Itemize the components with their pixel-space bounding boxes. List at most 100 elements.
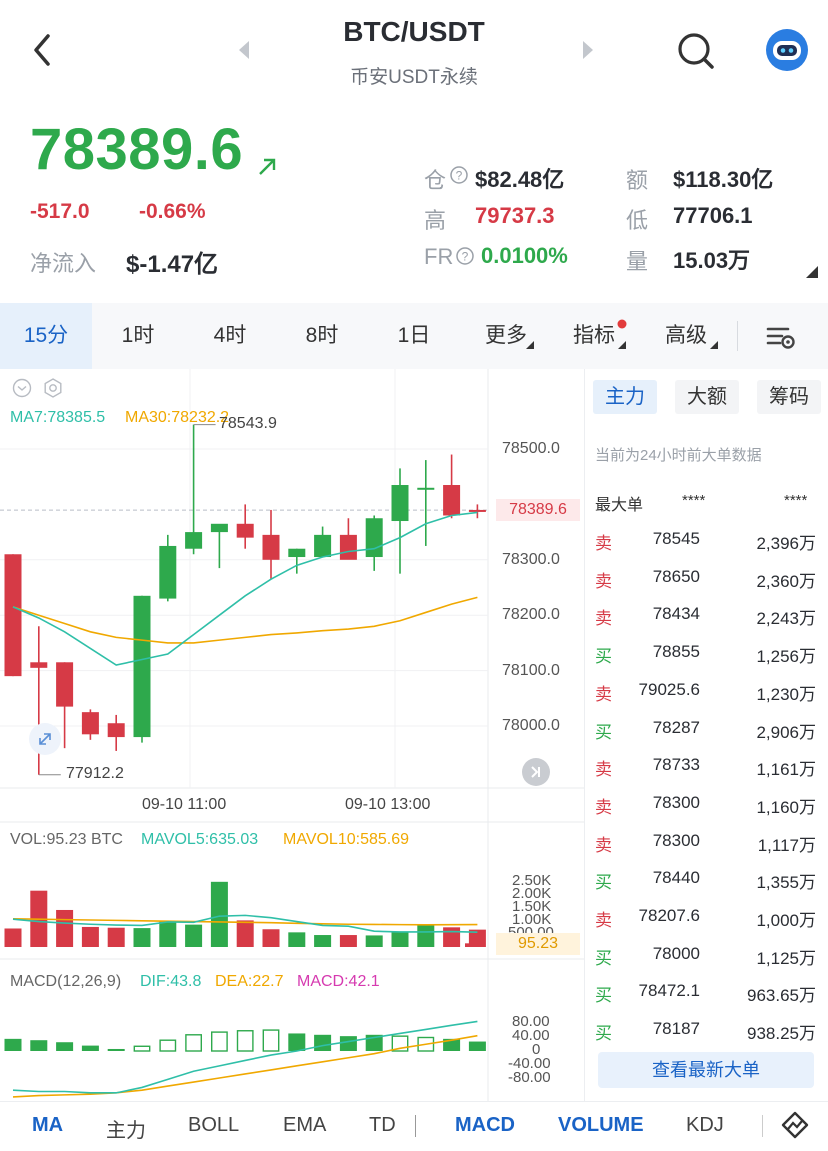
order-side: 买 [595, 986, 612, 1006]
robot-icon [766, 29, 808, 71]
order-amount: 2,396万 [756, 534, 816, 553]
tab-8h[interactable]: 8时 [276, 303, 368, 369]
volume-bar [417, 924, 435, 947]
open-interest-label: 仓 [424, 168, 447, 193]
fit-screen-icon[interactable] [28, 722, 62, 756]
tab-more[interactable]: 更多 [460, 303, 552, 369]
last-price: 78389.6 [30, 117, 244, 182]
y-axis-tick: 78000.0 [502, 717, 560, 734]
indicator-ma[interactable]: MA [32, 1114, 63, 1137]
macd-histogram-bar [30, 1040, 48, 1051]
macd-histogram-bar [314, 1034, 332, 1051]
search-button[interactable] [675, 30, 717, 72]
assistant-bot-button[interactable] [765, 28, 809, 72]
volume-bar [159, 921, 177, 947]
scroll-to-latest-icon[interactable] [521, 757, 551, 787]
indicator-kdj[interactable]: KDJ [686, 1114, 724, 1137]
candle-body [417, 487, 435, 490]
order-side: 买 [595, 948, 612, 968]
order-side: 卖 [595, 609, 612, 629]
funding-rate-label: FR [424, 244, 454, 269]
column-header-mask: **** [682, 492, 706, 509]
caret-right-icon [583, 41, 593, 59]
order-side: 卖 [595, 760, 612, 780]
indicator-td[interactable]: TD [369, 1114, 396, 1137]
macd-y-tick: 40.00 [512, 1027, 550, 1044]
volume-bar [391, 931, 409, 947]
x-axis-tick: 09-10 11:00 [142, 796, 227, 813]
y-axis-tick: 78200.0 [502, 606, 560, 623]
candle-body [159, 545, 177, 599]
large-order-row: 买 78287 2,906万 [584, 718, 828, 756]
gear-icon[interactable] [42, 377, 64, 399]
order-price: 78300 [652, 792, 700, 812]
indicator-boll[interactable]: BOLL [188, 1114, 239, 1137]
up-arrow-icon [259, 158, 276, 175]
x-axis-tick: 09-10 13:00 [345, 796, 431, 813]
order-side: 买 [595, 722, 612, 742]
order-side: 买 [595, 1024, 612, 1044]
volume-bar [262, 929, 280, 947]
help-icon[interactable]: ? [450, 166, 468, 184]
kline-chart[interactable] [0, 369, 584, 1101]
price-change: -517.0 [30, 200, 90, 223]
order-side: 卖 [595, 835, 612, 855]
low-marker-label: 77912.2 [66, 765, 124, 782]
order-amount: 1,230万 [756, 684, 816, 704]
volume-bar [288, 932, 306, 947]
drawing-tools-icon[interactable] [780, 1110, 810, 1140]
collapse-icon[interactable] [12, 378, 32, 398]
help-icon[interactable]: ? [456, 247, 474, 265]
order-amount: 1,000万 [756, 911, 816, 930]
expand-corner-icon[interactable] [806, 266, 818, 278]
candle-body [185, 532, 203, 549]
tab-4h[interactable]: 4时 [184, 303, 276, 369]
order-amount: 1,160万 [756, 797, 816, 817]
macd-y-tick: -80.00 [508, 1069, 551, 1086]
volume-bar [81, 926, 99, 947]
large-order-row: 卖 78300 1,160万 [584, 793, 828, 831]
ma30-label: MA30:78232.2 [125, 409, 230, 426]
candle-body [236, 523, 254, 538]
tab-1d[interactable]: 1日 [368, 303, 460, 369]
tab-15m[interactable]: 15分 [0, 303, 92, 369]
net-inflow-label: 净流入 [30, 251, 97, 276]
large-order-row: 买 78855 1,256万 [584, 642, 828, 680]
volume-bar [107, 927, 125, 947]
vol-label: VOL:95.23 BTC [10, 831, 123, 848]
candle-body [81, 712, 99, 735]
order-price: 78207.6 [638, 906, 700, 925]
tab-chips[interactable]: 筹码 [757, 380, 821, 414]
indicator-volume[interactable]: VOLUME [558, 1114, 644, 1137]
turnover-label: 额 [626, 168, 649, 193]
large-order-row: 买 78440 1,355万 [584, 868, 828, 906]
candle-body [468, 509, 486, 512]
dropdown-corner-icon [526, 341, 534, 349]
divider [762, 1115, 763, 1137]
order-price: 78650 [652, 566, 700, 586]
tab-indicators[interactable]: 指标 [552, 303, 636, 369]
high-marker-label: 78543.9 [219, 415, 277, 432]
indicator-macd[interactable]: MACD [455, 1114, 515, 1137]
mavol10-label: MAVOL10:585.69 [283, 831, 410, 848]
large-order-row: 买 78472.1 963.65万 [584, 981, 828, 1019]
divider [415, 1115, 416, 1137]
indicator-ema[interactable]: EMA [283, 1114, 326, 1137]
turnover-value: $118.30亿 [673, 167, 774, 192]
chart-settings-icon[interactable] [766, 323, 796, 351]
volume-bar [4, 928, 22, 947]
view-latest-orders-button[interactable]: 查看最新大单 [598, 1052, 814, 1088]
tab-main-force[interactable]: 主力 [593, 380, 657, 414]
tab-1h[interactable]: 1时 [92, 303, 184, 369]
svg-text:?: ? [456, 169, 463, 183]
next-symbol-button[interactable] [578, 38, 598, 62]
y-axis-tick: 78100.0 [502, 662, 560, 679]
volume-bar [443, 927, 461, 947]
current-price-tag: 78389.6 [496, 499, 580, 521]
macd-histogram-bar [81, 1045, 99, 1051]
tab-large-orders[interactable]: 大额 [675, 380, 739, 414]
tab-advanced[interactable]: 高级 [644, 303, 728, 369]
high-label: 高 [424, 208, 447, 233]
price-change-pct: -0.66% [139, 200, 206, 223]
indicator-main-force[interactable]: 主力 [106, 1114, 146, 1143]
